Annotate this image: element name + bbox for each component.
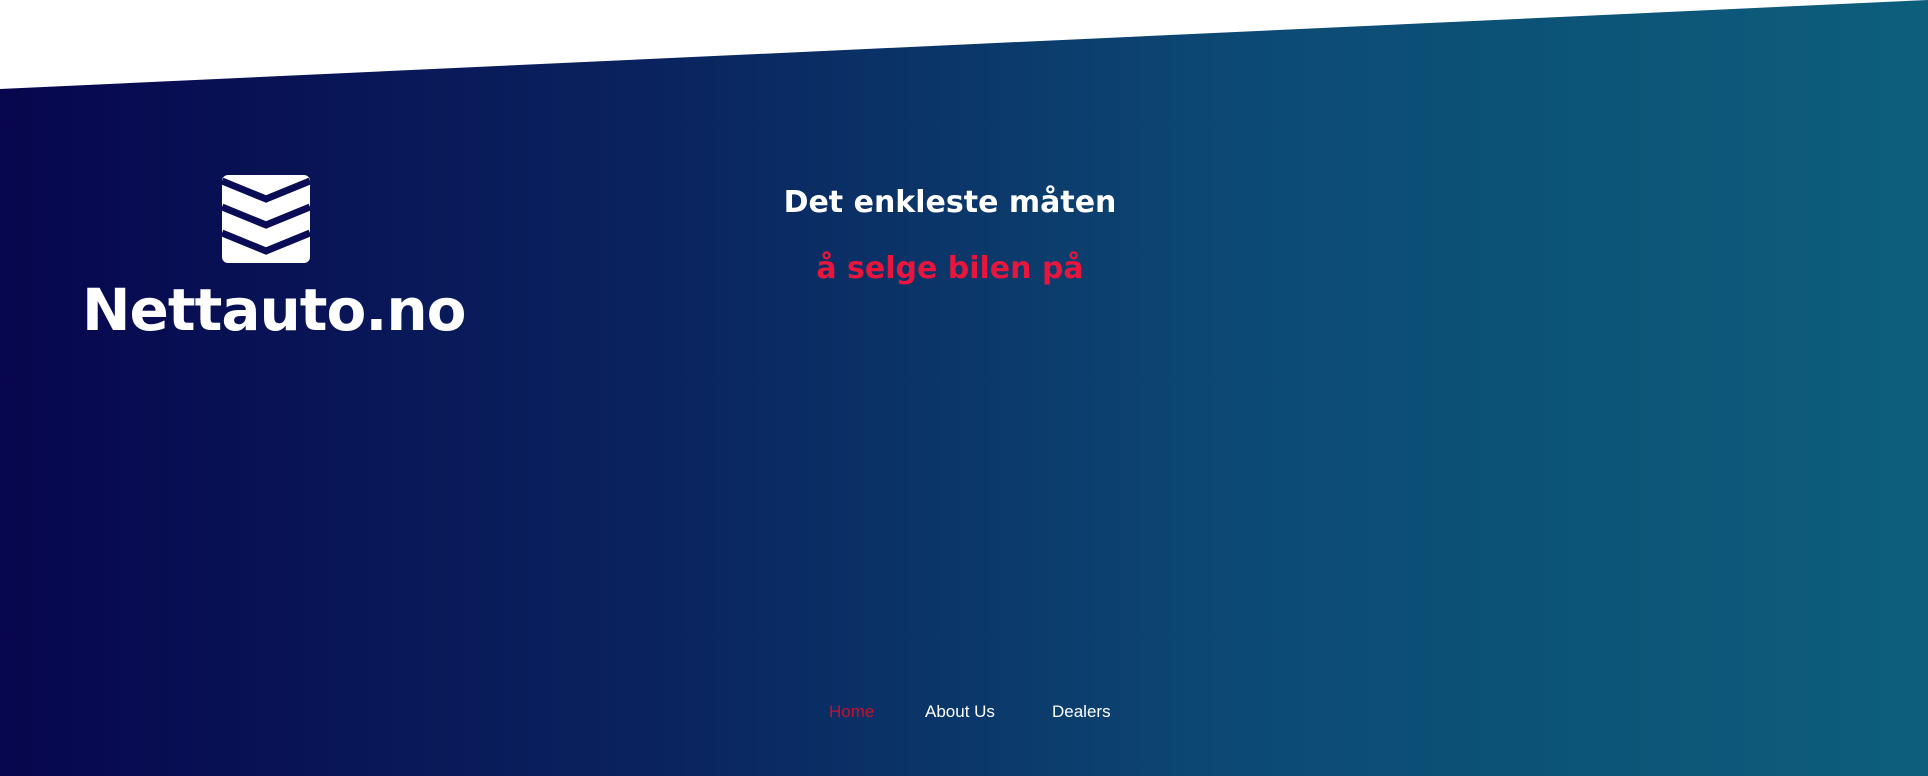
main-nav: Home About Us Dealers — [0, 702, 1928, 726]
page: Nettauto.no Det enkleste måten å selge b… — [0, 0, 1928, 776]
nav-item-about-us[interactable]: About Us — [925, 702, 995, 722]
brand-logo[interactable]: Nettauto.no — [82, 175, 467, 345]
nav-item-dealers[interactable]: Dealers — [1052, 702, 1111, 722]
hero-headline: Det enkleste måten — [783, 185, 1117, 220]
brand-name: Nettauto.no — [82, 276, 467, 344]
hero-subheadline: å selge bilen på — [816, 251, 1084, 286]
chevron-stripes-logo-icon — [222, 175, 310, 263]
nav-item-home[interactable]: Home — [829, 702, 874, 722]
hero-background — [0, 0, 1928, 776]
